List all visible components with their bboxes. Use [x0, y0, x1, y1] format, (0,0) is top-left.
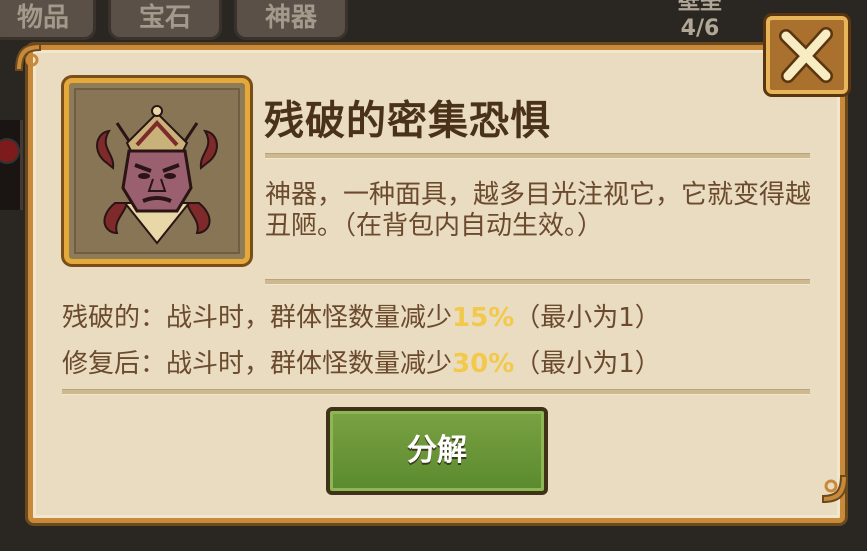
- item-description: 神器，一种面具，越多目光注视它，它就变得越丑陋。（在背包内自动生效。）: [265, 180, 812, 241]
- effect-broken-row: 残破的：战斗时，群体怪数量减少15%（最小为1）: [62, 297, 661, 334]
- tab-items-label: 物品: [16, 3, 69, 33]
- corner-ornament-icon: [10, 40, 46, 76]
- background-side-decoration: [0, 120, 23, 210]
- background-progress: 壁垒 4/6: [640, 0, 760, 48]
- effects-divider: [62, 389, 810, 395]
- tab-artifacts-label: 神器: [264, 3, 317, 33]
- item-portrait: [64, 78, 250, 264]
- title-divider: [265, 153, 810, 159]
- corner-ornament-icon: [817, 470, 853, 506]
- decompose-button[interactable]: 分解: [326, 407, 548, 495]
- progress-value: 4/6: [680, 16, 720, 41]
- effect-repaired-row: 修复后：战斗时，群体怪数量减少30%（最小为1）: [62, 343, 661, 380]
- effect-broken-note: （最小为1）: [514, 303, 661, 333]
- tab-artifacts[interactable]: 神器: [234, 0, 348, 40]
- close-x-icon: [779, 27, 833, 83]
- effect-repaired-text: 修复后：战斗时，群体怪数量减少: [62, 349, 453, 379]
- tab-items[interactable]: 物品: [0, 0, 96, 40]
- description-divider: [265, 279, 810, 285]
- effect-broken-text: 残破的：战斗时，群体怪数量减少: [62, 303, 453, 333]
- progress-label: 壁垒: [677, 0, 722, 15]
- demon-mask-icon: [96, 105, 218, 245]
- tab-gems[interactable]: 宝石: [108, 0, 222, 40]
- tab-gems-label: 宝石: [138, 3, 191, 33]
- effect-repaired-note: （最小为1）: [514, 349, 661, 379]
- effect-broken-value: 15%: [452, 303, 515, 333]
- item-title: 残破的密集恐惧: [264, 98, 551, 144]
- effect-repaired-value: 30%: [452, 349, 515, 379]
- close-button[interactable]: [766, 16, 848, 94]
